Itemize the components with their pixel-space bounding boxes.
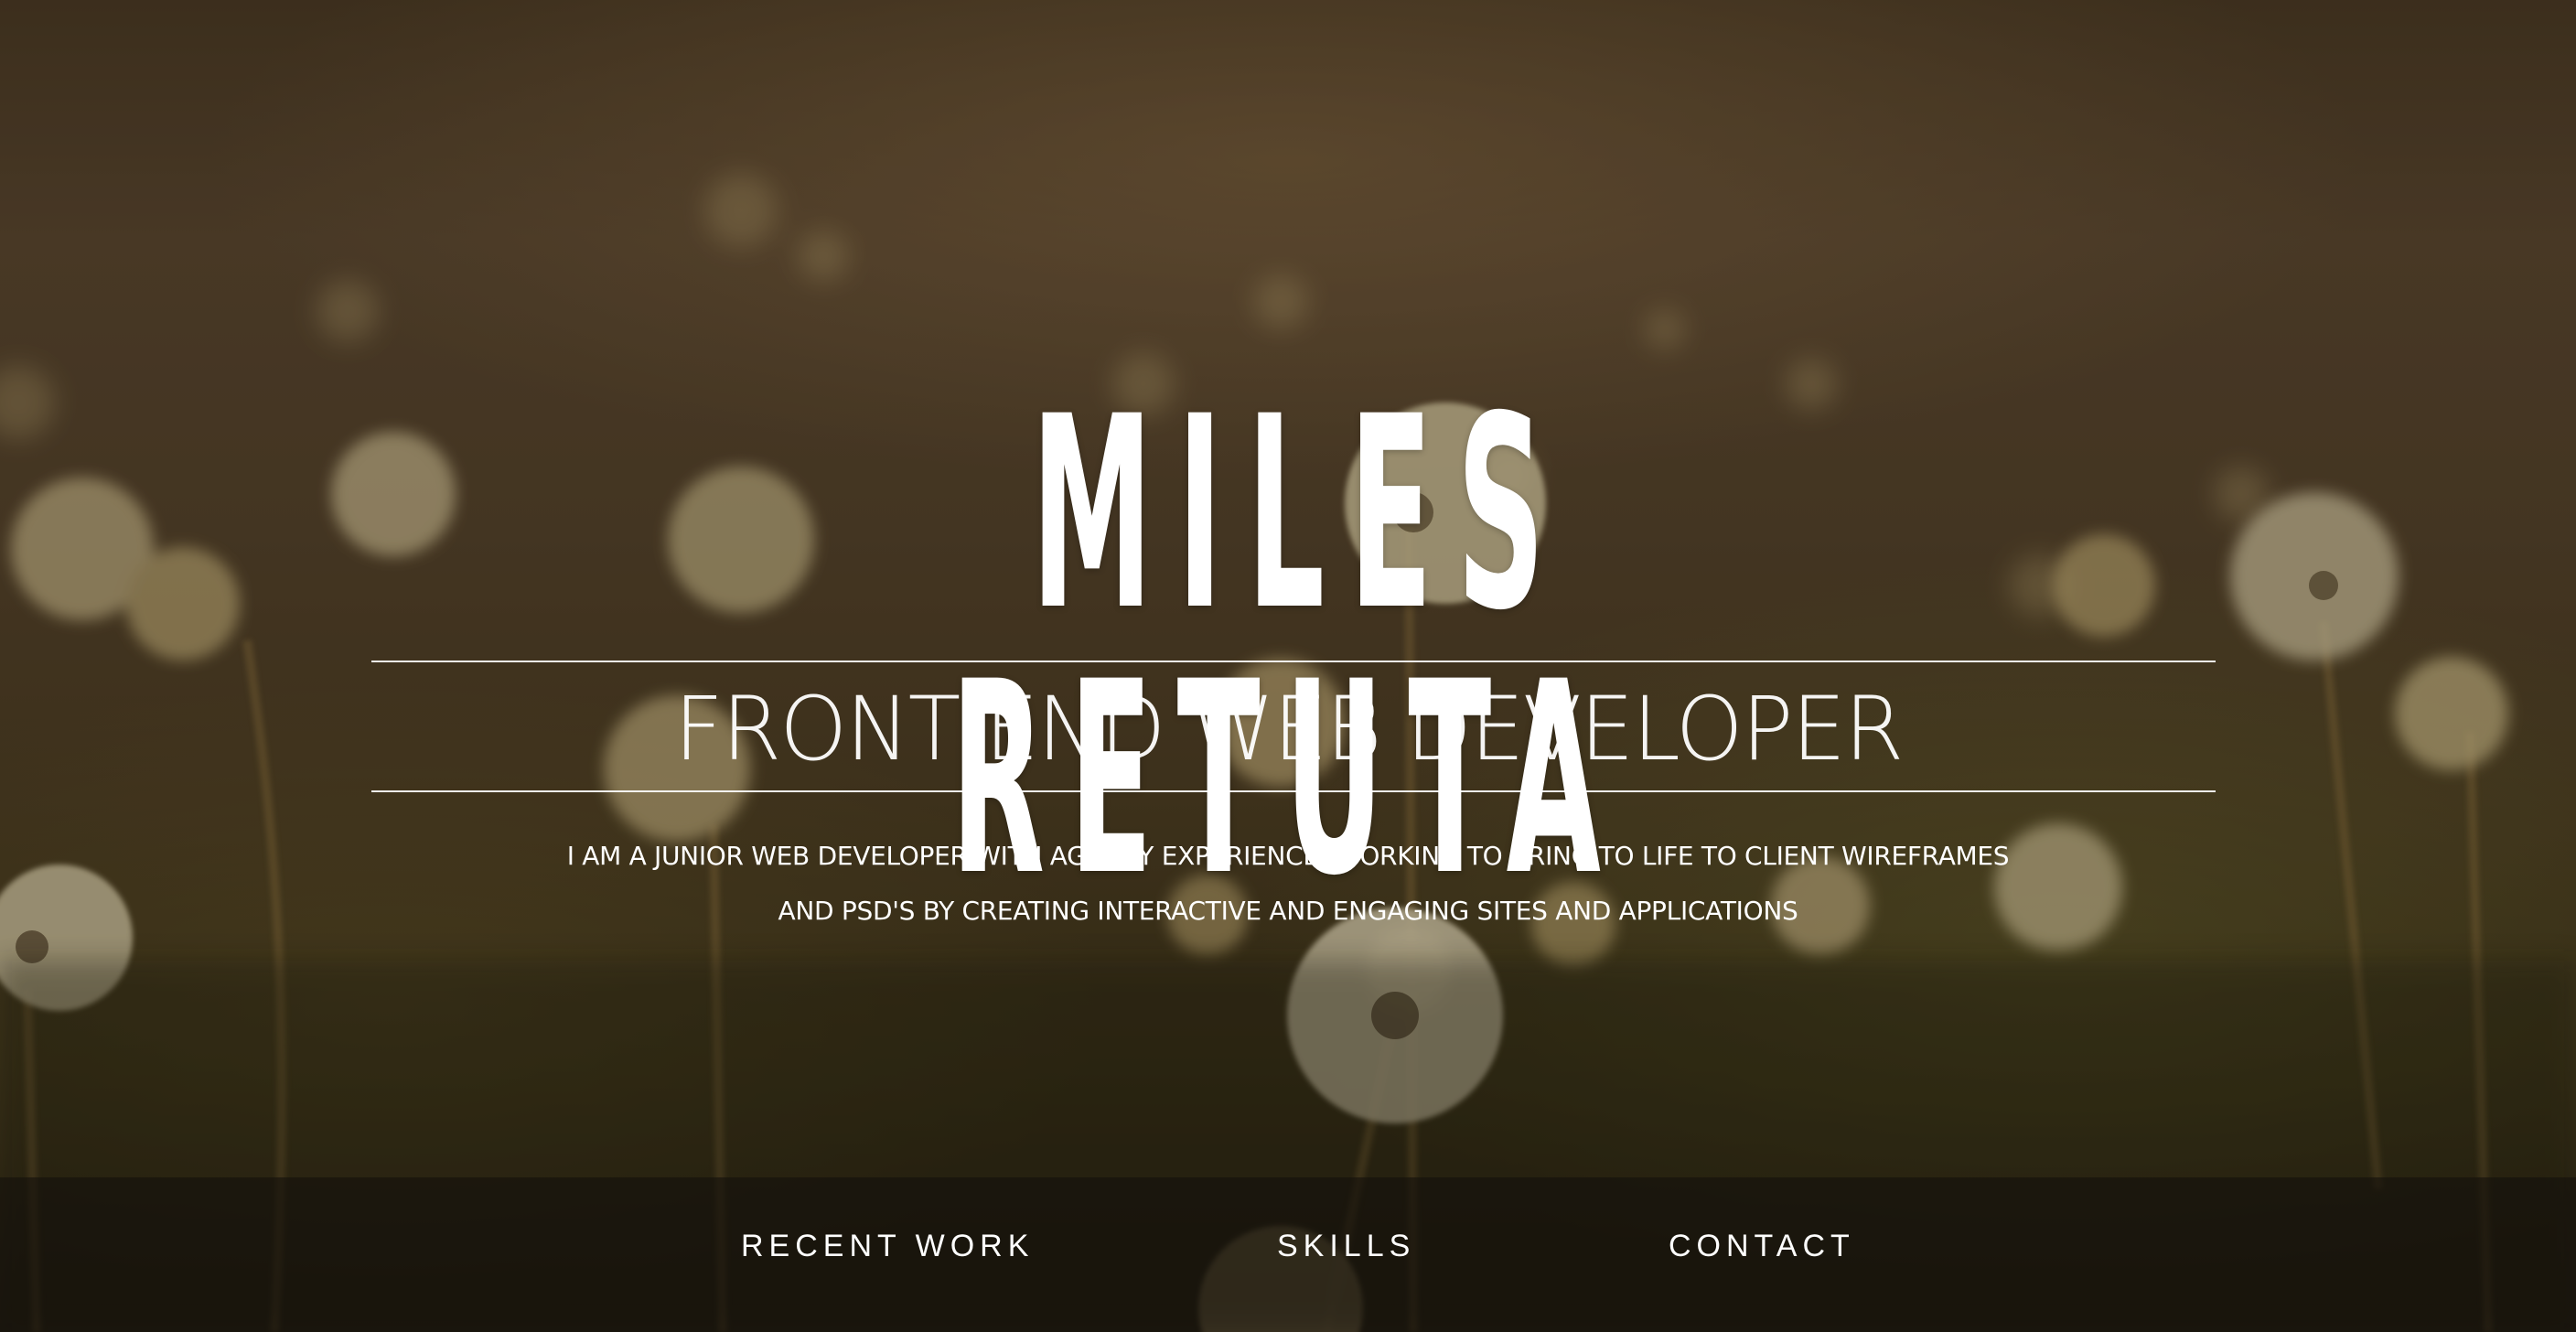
bottom-nav: RECENT WORK SKILLS CONTACT: [0, 1177, 2576, 1332]
nav-link-contact[interactable]: CONTACT: [1669, 1229, 1855, 1264]
hero-bio: I AM A JUNIOR WEB DEVELOPER WITH AGENCY …: [457, 829, 2119, 939]
hero-divider-bottom: [371, 790, 2216, 792]
hero-bio-line-1: I AM A JUNIOR WEB DEVELOPER WITH AGENCY …: [566, 841, 2010, 871]
hero-bio-line-2: AND PSD'S BY CREATING INTERACTIVE AND EN…: [778, 896, 1798, 926]
nav-link-recent-work[interactable]: RECENT WORK: [741, 1229, 1034, 1264]
nav-link-skills[interactable]: SKILLS: [1277, 1229, 1415, 1264]
hero-divider-top: [371, 661, 2216, 662]
hero-title: FRONT END WEB DEVELOPER: [0, 679, 2576, 779]
hero-title-text: FRONT END WEB DEVELOPER: [673, 678, 1905, 780]
portfolio-page: MILES RETUTA FRONT END WEB DEVELOPER I A…: [0, 0, 2576, 1332]
